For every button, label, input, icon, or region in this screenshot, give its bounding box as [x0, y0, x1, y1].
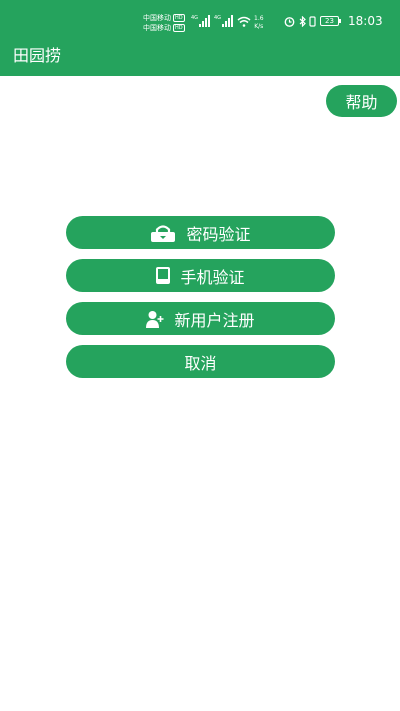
- vibrate-icon: [309, 16, 316, 27]
- phone-verify-button[interactable]: 手机验证: [66, 259, 335, 292]
- password-verify-label: 密码验证: [186, 224, 251, 244]
- status-bar: 中国移动 HD 中国移动 HD 4G 4G 1.6 K/s 23 18:03: [0, 0, 400, 38]
- password-verify-button[interactable]: 密码验证: [66, 216, 335, 249]
- alarm-icon: [284, 17, 295, 27]
- net-speed-unit: K/s: [254, 23, 264, 30]
- carrier-1: 中国移动: [143, 14, 171, 22]
- cancel-button[interactable]: 取消: [66, 345, 335, 378]
- app-bar: 田园捞: [0, 38, 400, 76]
- network-type-2: 4G: [214, 15, 222, 21]
- tablet-icon: [156, 267, 171, 284]
- new-user-register-label: 新用户注册: [174, 310, 255, 330]
- signal-icon-1: [199, 15, 210, 27]
- new-user-register-button[interactable]: 新用户注册: [66, 302, 335, 335]
- help-button-label: 帮助: [345, 93, 378, 112]
- carrier-info: 中国移动 HD 中国移动 HD: [143, 13, 191, 33]
- add-user-icon: [146, 310, 164, 328]
- cancel-label: 取消: [184, 353, 217, 373]
- app-title: 田园捞: [13, 46, 62, 65]
- net-speed: 1.6 K/s: [254, 15, 264, 31]
- battery-tip: [339, 19, 341, 23]
- help-button[interactable]: 帮助: [326, 85, 397, 117]
- signal-icon-2: [222, 15, 233, 27]
- battery-level: 23: [325, 17, 334, 25]
- clock: 18:03: [348, 14, 383, 28]
- net-speed-value: 1.6: [254, 15, 264, 22]
- hd-badge-1: HD: [173, 14, 185, 22]
- phone-verify-label: 手机验证: [180, 267, 245, 287]
- bluetooth-icon: [299, 16, 306, 27]
- hd-badge-2: HD: [173, 24, 185, 32]
- lock-icon: [151, 224, 176, 242]
- carrier-2: 中国移动: [143, 24, 171, 32]
- wifi-icon: [237, 16, 251, 27]
- network-type-1: 4G: [191, 15, 199, 21]
- battery-icon: 23: [320, 16, 339, 26]
